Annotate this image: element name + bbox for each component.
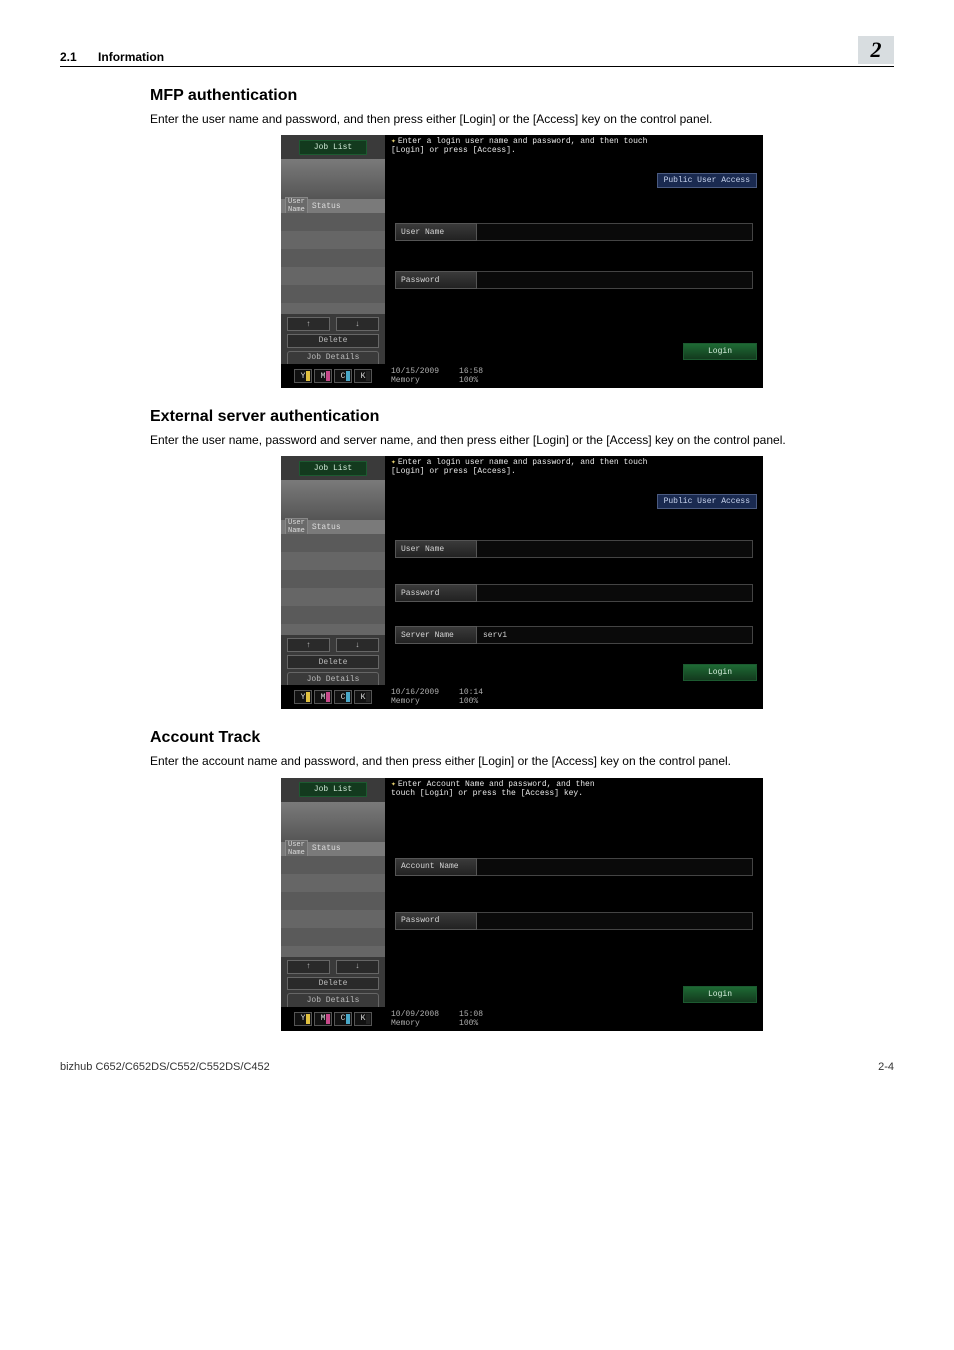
screenshot-account-track: Job List ✦Enter Account Name and passwor… <box>281 778 763 1031</box>
password-input[interactable] <box>477 912 753 930</box>
user-name-input[interactable] <box>477 540 753 558</box>
screenshot-ext-auth: Job List ✦Enter a login user name and pa… <box>281 456 763 709</box>
delete-button[interactable]: Delete <box>287 977 379 991</box>
toner-m-icon: M <box>314 369 332 383</box>
section-title: Information <box>98 50 164 64</box>
heading-account-track: Account Track <box>150 729 894 747</box>
scroll-down-button[interactable]: ↓ <box>336 638 379 652</box>
password-input[interactable] <box>477 271 753 289</box>
password-input[interactable] <box>477 584 753 602</box>
scroll-down-button[interactable]: ↓ <box>336 960 379 974</box>
toner-y-icon: Y <box>294 369 312 383</box>
body-mfp-auth: Enter the user name and password, and th… <box>150 111 894 127</box>
delete-button[interactable]: Delete <box>287 655 379 669</box>
job-list-area <box>281 213 385 314</box>
page-header: 2.1 Information 2 <box>60 36 894 67</box>
status-bar: 10/09/2008Memory 15:08100% <box>385 1007 763 1031</box>
status-bar: 10/15/2009Memory 16:58100% <box>385 364 763 388</box>
user-name-label: User Name <box>395 540 477 558</box>
toner-c-icon: C <box>334 369 352 383</box>
toner-k-icon: K <box>354 690 372 704</box>
info-icon: ✦ <box>391 780 396 789</box>
section-number: 2.1 <box>60 50 77 64</box>
job-details-button[interactable]: Job Details <box>287 672 379 685</box>
info-icon: ✦ <box>391 137 396 146</box>
scroll-up-button[interactable]: ↑ <box>287 638 330 652</box>
server-name-label: Server Name <box>395 626 477 644</box>
screenshot-mfp-auth: Job List ✦Enter a login user name and pa… <box>281 135 763 388</box>
account-name-input[interactable] <box>477 858 753 876</box>
footer-model: bizhub C652/C652DS/C552/C552DS/C452 <box>60 1061 270 1073</box>
public-user-access-button[interactable]: Public User Access <box>657 494 757 509</box>
delete-button[interactable]: Delete <box>287 334 379 348</box>
scroll-up-button[interactable]: ↑ <box>287 317 330 331</box>
toner-k-icon: K <box>354 1012 372 1026</box>
toner-k-icon: K <box>354 369 372 383</box>
scroll-up-button[interactable]: ↑ <box>287 960 330 974</box>
password-label: Password <box>395 271 477 289</box>
heading-ext-auth: External server authentication <box>150 408 894 426</box>
heading-mfp-auth: MFP authentication <box>150 87 894 105</box>
footer-page: 2-4 <box>878 1061 894 1073</box>
account-name-label: Account Name <box>395 858 477 876</box>
toner-y-icon: Y <box>294 1012 312 1026</box>
left-list-header: User Name Status <box>281 842 385 856</box>
job-list-button[interactable]: Job List <box>299 782 367 797</box>
job-list-button[interactable]: Job List <box>299 461 367 476</box>
server-name-input[interactable]: serv1 <box>477 626 753 644</box>
login-button[interactable]: Login <box>683 343 757 360</box>
toner-y-icon: Y <box>294 690 312 704</box>
toner-c-icon: C <box>334 690 352 704</box>
login-button[interactable]: Login <box>683 986 757 1003</box>
job-list-area <box>281 856 385 957</box>
left-list-header: User Name Status <box>281 199 385 213</box>
password-label: Password <box>395 912 477 930</box>
public-user-access-button[interactable]: Public User Access <box>657 173 757 188</box>
status-bar: 10/16/2009Memory 10:14100% <box>385 685 763 709</box>
hint-text: ✦Enter a login user name and password, a… <box>385 456 763 480</box>
job-list-button[interactable]: Job List <box>299 140 367 155</box>
toner-indicator: Y M C K <box>281 685 385 709</box>
page-footer: bizhub C652/C652DS/C552/C552DS/C452 2-4 <box>60 1061 894 1073</box>
scroll-down-button[interactable]: ↓ <box>336 317 379 331</box>
hint-text: ✦Enter a login user name and password, a… <box>385 135 763 159</box>
toner-indicator: Y M C K <box>281 364 385 388</box>
info-icon: ✦ <box>391 458 396 467</box>
job-details-button[interactable]: Job Details <box>287 351 379 364</box>
left-list-header: User Name Status <box>281 520 385 534</box>
login-button[interactable]: Login <box>683 664 757 681</box>
job-list-area <box>281 534 385 635</box>
password-label: Password <box>395 584 477 602</box>
toner-m-icon: M <box>314 690 332 704</box>
toner-indicator: Y M C K <box>281 1007 385 1031</box>
toner-c-icon: C <box>334 1012 352 1026</box>
toner-m-icon: M <box>314 1012 332 1026</box>
hint-text: ✦Enter Account Name and password, and th… <box>385 778 763 802</box>
user-name-label: User Name <box>395 223 477 241</box>
body-account-track: Enter the account name and password, and… <box>150 753 894 769</box>
chapter-badge: 2 <box>858 36 894 64</box>
body-ext-auth: Enter the user name, password and server… <box>150 432 894 448</box>
user-name-input[interactable] <box>477 223 753 241</box>
job-details-button[interactable]: Job Details <box>287 993 379 1006</box>
